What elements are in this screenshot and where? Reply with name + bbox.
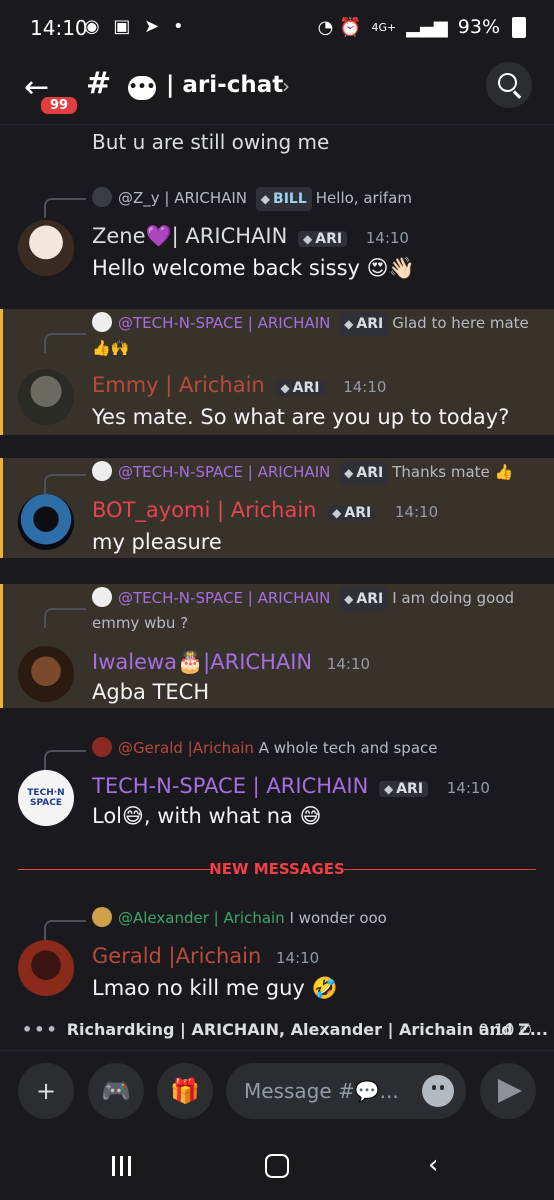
timestamp: 14:10 — [446, 779, 490, 797]
unread-badge: 99 — [38, 94, 81, 117]
channel-header: ← 99 # ••• | ari-chat › — [0, 56, 554, 124]
stopwatch-icon: ⏱ — [519, 1020, 532, 1039]
system-nav-bar: ‹ — [0, 1140, 554, 1200]
typing-dots-icon: ••• — [22, 1020, 59, 1039]
avatar[interactable] — [18, 494, 74, 550]
recents-icon[interactable] — [110, 1154, 134, 1178]
message-item[interactable]: @TECH-N-SPACE | ARICHAIN ◆ ARI Glad to her… — [0, 309, 554, 435]
reply-avatar — [92, 461, 112, 481]
gift-icon: 🎁 — [170, 1077, 200, 1105]
role-tag: ◆ ARI — [378, 781, 429, 797]
message-input[interactable]: Message #💬... — [226, 1063, 466, 1119]
timestamp: 14:10 — [276, 949, 320, 967]
battery-level: 93% — [457, 16, 500, 38]
nav-back-icon[interactable]: ‹ — [428, 1150, 438, 1180]
timestamp: 14:10 — [394, 503, 439, 521]
slowmode-timer: 0:10 ⏱ — [478, 1020, 532, 1039]
battery-icon — [512, 16, 526, 38]
status-bar: 14:10 ◉ ▣ ➤ • ◔ ⏰ 4G+ ▂▄▆ 93% — [0, 0, 554, 56]
role-tag: ◆ ARI — [339, 587, 389, 611]
message-item[interactable]: @Z_y | ARICHAIN ◆ BILL Hello, arifam Zene💜… — [0, 180, 554, 290]
home-icon[interactable] — [265, 1154, 289, 1178]
role-tag: ◆ ARI — [298, 231, 348, 247]
add-attachment-button[interactable]: + — [18, 1063, 74, 1119]
send-button[interactable] — [480, 1063, 536, 1119]
chevron-right-icon[interactable]: › — [282, 74, 290, 98]
diamond-icon: ◆ — [344, 466, 354, 480]
message-text: Agba TECH — [92, 680, 210, 704]
message-text: Lmao no kill me guy 🤣 — [92, 976, 338, 1000]
diamond-icon: ◆ — [344, 317, 354, 331]
diamond-icon: ◆ — [303, 232, 313, 246]
reply-preview[interactable]: @TECH-N-SPACE | ARICHAIN ◆ ARI Thanks mate… — [92, 460, 537, 485]
header-divider — [0, 124, 554, 125]
message-author[interactable]: BOT_ayomi | Arichain ◆ ARI 14:10 — [92, 498, 438, 522]
message-text: my pleasure — [92, 530, 222, 554]
reply-avatar — [92, 187, 112, 207]
message-input-placeholder: Message #💬... — [244, 1079, 399, 1103]
reply-preview[interactable]: @Alexander | Arichain I wonder ooo — [92, 906, 534, 930]
avatar[interactable]: TECH·N SPACE — [18, 770, 74, 826]
status-right: ◔ ⏰ 4G+ ▂▄▆ 93% — [318, 16, 526, 38]
message-item[interactable]: @TECH-N-SPACE | ARICHAIN ◆ ARI I am doing … — [0, 584, 554, 708]
reply-preview[interactable]: @Z_y | ARICHAIN ◆ BILL Hello, arifam — [92, 186, 534, 211]
reply-avatar — [92, 587, 112, 607]
message-text: Lol😅, with what na 😅 — [92, 804, 322, 828]
reply-avatar — [92, 907, 112, 927]
message-author[interactable]: Iwalewa🎂|ARICHAIN 14:10 — [92, 650, 370, 675]
message-composer: + 🎮 🎁 Message #💬... — [0, 1050, 554, 1141]
gift-button[interactable]: 🎁 — [157, 1063, 213, 1119]
reply-avatar — [92, 737, 112, 757]
timestamp: 14:10 — [343, 378, 387, 396]
send-icon — [498, 1079, 522, 1103]
message-text: Hello welcome back sissy 😍👋🏻 — [92, 256, 415, 280]
tech-n-space-logo: TECH·N SPACE — [27, 788, 65, 808]
message-author[interactable]: Zene💜| ARICHAIN ◆ ARI 14:10 — [92, 224, 409, 249]
reply-preview[interactable]: @TECH-N-SPACE | ARICHAIN ◆ ARI Glad to her… — [92, 311, 537, 360]
new-messages-label: NEW MESSAGES — [209, 860, 345, 878]
channel-hash-icon: # — [86, 66, 112, 101]
speech-bubble-icon: ••• — [128, 76, 156, 100]
signal-icon: ◔ ⏰ — [317, 16, 362, 38]
message-item[interactable]: @Gerald |Arichain A whole tech and space… — [0, 734, 554, 844]
network-label: 4G+ — [371, 20, 397, 34]
message-text: Yes mate. So what are you up to today? — [92, 405, 510, 429]
diamond-icon: ◆ — [344, 592, 354, 606]
avatar[interactable] — [18, 369, 74, 425]
new-messages-divider: NEW MESSAGES — [18, 860, 536, 880]
gamepad-icon: 🎮 — [101, 1077, 131, 1105]
channel-title[interactable]: | ari-chat — [166, 72, 283, 98]
role-tag: ◆ BILL — [255, 187, 312, 211]
reply-avatar — [92, 312, 112, 332]
diamond-icon: ◆ — [260, 192, 271, 206]
search-button[interactable] — [486, 62, 532, 108]
avatar[interactable] — [18, 940, 74, 996]
notification-icons: ◉ ▣ ➤ • — [84, 16, 188, 37]
timestamp: 14:10 — [365, 229, 409, 247]
role-tag: ◆ ARI — [339, 312, 389, 336]
message-item[interactable]: @Alexander | Arichain I wonder ooo Geral… — [0, 904, 554, 1014]
message-text: But u are still owing me — [92, 130, 330, 154]
signal-bars-icon: ▂▄▆ — [406, 16, 448, 38]
avatar[interactable] — [18, 220, 74, 276]
reply-preview[interactable]: @Gerald |Arichain A whole tech and space — [92, 736, 534, 760]
emoji-picker-icon[interactable] — [422, 1075, 454, 1107]
status-time: 14:10 — [30, 16, 88, 40]
message-author[interactable]: Emmy | Arichain ◆ ARI 14:10 — [92, 373, 386, 397]
typing-indicator: ••• Richardking | ARICHAIN, Alexander | A… — [22, 1020, 548, 1039]
timestamp: 14:10 — [326, 655, 371, 673]
diamond-icon: ◆ — [280, 381, 290, 395]
message-item[interactable]: @TECH-N-SPACE | ARICHAIN ◆ ARI Thanks mate… — [0, 458, 554, 558]
plus-icon: + — [35, 1077, 57, 1105]
message-author[interactable]: TECH-N-SPACE | ARICHAIN ◆ ARI 14:10 — [92, 774, 490, 798]
role-tag: ◆ ARI — [275, 380, 325, 396]
diamond-icon: ◆ — [332, 506, 342, 520]
avatar[interactable] — [18, 646, 74, 702]
role-tag: ◆ ARI — [339, 461, 389, 485]
reply-preview[interactable]: @TECH-N-SPACE | ARICHAIN ◆ ARI I am doing … — [92, 586, 537, 635]
role-tag: ◆ ARI — [327, 505, 377, 521]
diamond-icon: ◆ — [383, 782, 394, 796]
message-author[interactable]: Gerald |Arichain 14:10 — [92, 944, 319, 968]
apps-button[interactable]: 🎮 — [88, 1063, 144, 1119]
